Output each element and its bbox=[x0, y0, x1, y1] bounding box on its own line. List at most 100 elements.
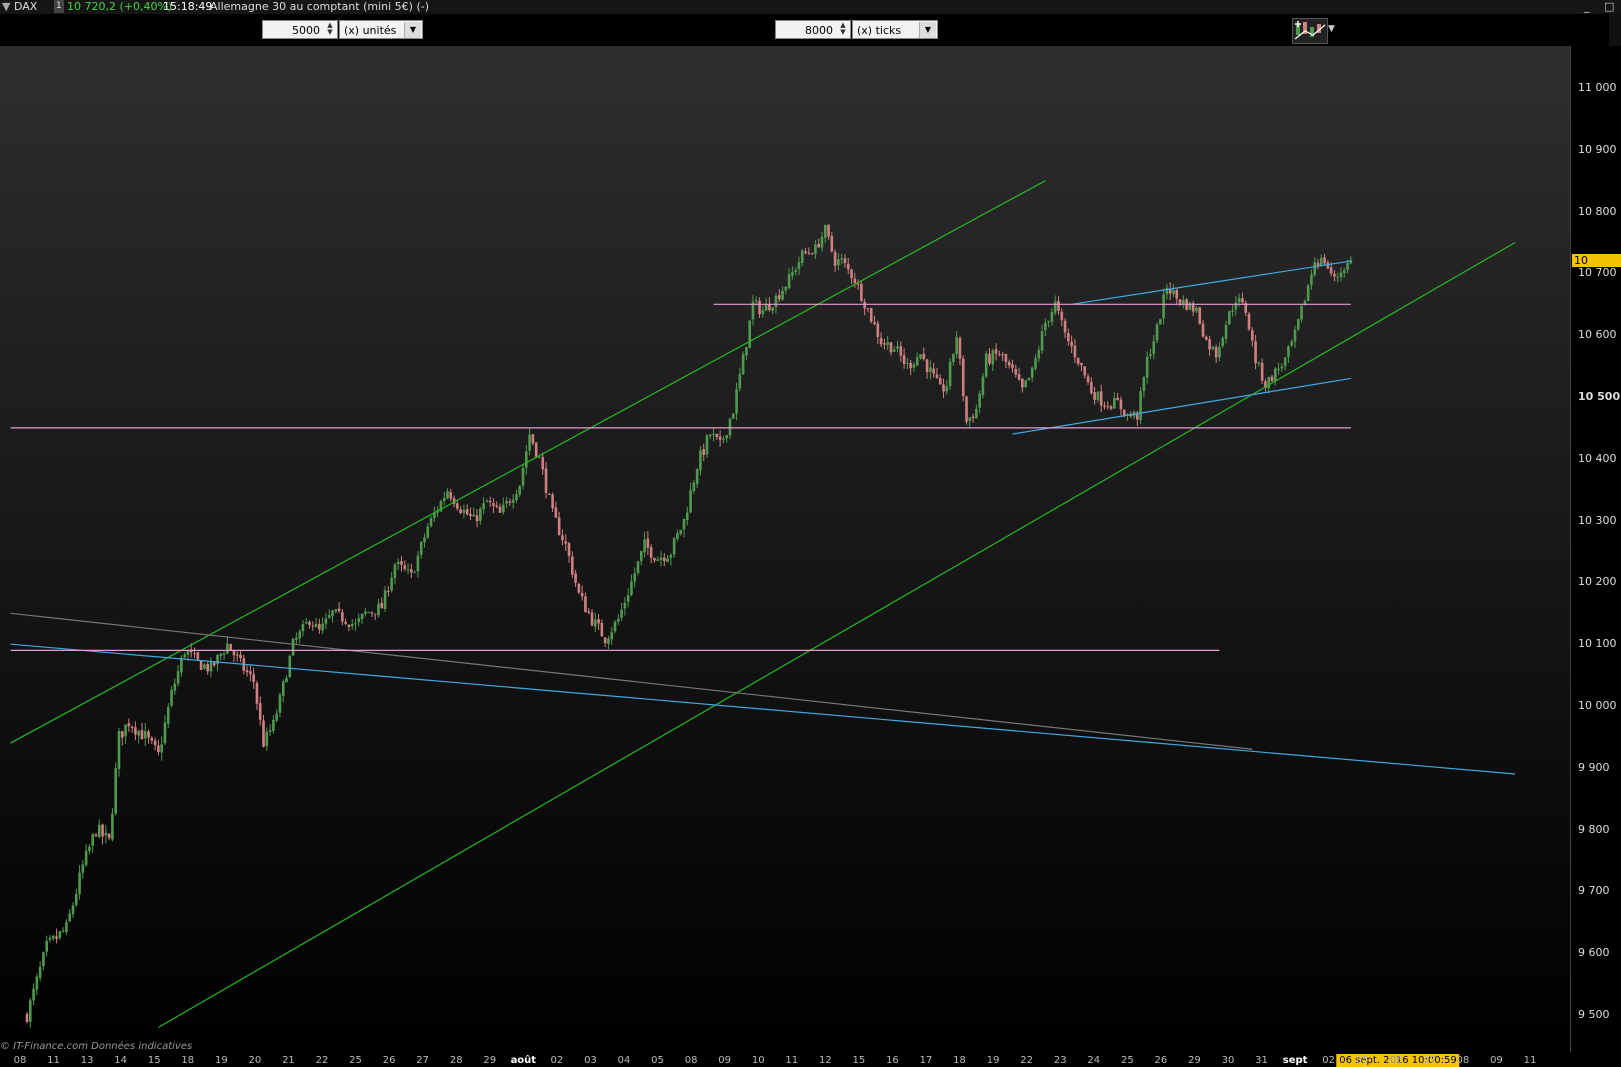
time-axis-tick: 23 bbox=[1053, 1055, 1067, 1066]
candle-down bbox=[902, 355, 906, 364]
candle-down bbox=[245, 670, 249, 673]
candle-up bbox=[1287, 346, 1290, 357]
candle-up bbox=[1195, 307, 1198, 312]
candle-up bbox=[163, 722, 167, 744]
candle-up bbox=[1165, 287, 1169, 295]
candle-down bbox=[1323, 257, 1326, 264]
time-axis-tick: 28 bbox=[449, 1055, 463, 1066]
candle-down bbox=[150, 737, 154, 741]
time-axis-tick: 15 bbox=[147, 1055, 161, 1066]
chevron-down-icon[interactable]: ▼ bbox=[2, 0, 10, 13]
candle-up bbox=[462, 509, 466, 513]
candle-up bbox=[594, 619, 597, 627]
time-axis-tick: 29 bbox=[1188, 1055, 1201, 1066]
symbol-label: DAX bbox=[14, 0, 38, 13]
candle-up bbox=[823, 225, 827, 238]
candle-down bbox=[827, 224, 830, 237]
candle-up bbox=[364, 611, 367, 614]
candle-up bbox=[791, 272, 794, 276]
units-spin[interactable]: ▲ ▼ bbox=[324, 22, 336, 38]
time-axis-tick: 30 bbox=[1221, 1055, 1235, 1066]
candle-up bbox=[722, 438, 725, 440]
candle-up bbox=[764, 304, 768, 311]
minimize-button[interactable]: _ bbox=[1584, 0, 1590, 13]
time-axis-tick: 20 bbox=[248, 1055, 262, 1066]
candle-up bbox=[429, 518, 433, 526]
candle-down bbox=[196, 652, 200, 660]
candle-up bbox=[689, 490, 692, 513]
ticks-select[interactable]: (x) ticks ▼ bbox=[852, 20, 938, 39]
candle-down bbox=[866, 308, 870, 310]
candle-up bbox=[800, 250, 804, 263]
units-value[interactable]: 5000 bbox=[292, 24, 320, 37]
candle-up bbox=[502, 504, 505, 513]
candle-down bbox=[1090, 382, 1093, 394]
candle-down bbox=[1241, 298, 1244, 303]
candle-up bbox=[268, 730, 272, 732]
candle-up bbox=[1280, 366, 1284, 369]
candle-down bbox=[1260, 362, 1264, 381]
scrollbar[interactable] bbox=[1609, 14, 1621, 48]
candle-down bbox=[232, 651, 236, 656]
chevron-down-icon[interactable]: ▼ bbox=[919, 22, 936, 38]
ticks-spin[interactable]: ▲ ▼ bbox=[837, 22, 849, 38]
candle-down bbox=[94, 834, 98, 837]
time-axis-tick: 04 bbox=[617, 1055, 631, 1066]
candle-up bbox=[1339, 272, 1343, 277]
candle-up bbox=[1155, 324, 1159, 341]
spin-down-icon[interactable]: ▼ bbox=[837, 29, 849, 36]
ticks-value[interactable]: 8000 bbox=[805, 24, 833, 37]
candle-down bbox=[998, 354, 1001, 356]
candle-up bbox=[1159, 319, 1162, 325]
units-select[interactable]: (x) unités ▼ bbox=[339, 20, 423, 39]
period-badge[interactable]: 1 bbox=[54, 0, 64, 13]
candle-up bbox=[626, 595, 630, 602]
candle-up bbox=[1096, 391, 1100, 401]
candle-up bbox=[685, 512, 689, 520]
candle-up bbox=[1267, 376, 1271, 389]
candle-down bbox=[932, 368, 935, 374]
candle-down bbox=[262, 720, 265, 747]
chevron-down-icon[interactable]: ▼ bbox=[1328, 24, 1335, 34]
candle-up bbox=[1113, 398, 1116, 409]
candle-down bbox=[1122, 409, 1126, 416]
time-axis-tick: 16 bbox=[886, 1055, 899, 1066]
candle-up bbox=[906, 362, 909, 364]
time-axis-tick: 26 bbox=[382, 1055, 396, 1066]
candle-up bbox=[708, 434, 712, 436]
candle-up bbox=[735, 389, 738, 414]
candle-up bbox=[446, 491, 449, 499]
candle-down bbox=[1060, 311, 1064, 321]
time-axis-tick: 10 bbox=[751, 1055, 765, 1066]
candle-up bbox=[745, 347, 748, 356]
candle-up bbox=[731, 413, 735, 419]
candle-up bbox=[1139, 391, 1142, 421]
maximize-button[interactable]: □ bbox=[1604, 0, 1614, 13]
time-axis-tick: 05 bbox=[1355, 1055, 1369, 1066]
candle-up bbox=[738, 374, 742, 389]
candlestick-chart[interactable] bbox=[0, 46, 1570, 1052]
chart-tools-button[interactable] bbox=[1292, 18, 1328, 44]
candle-up bbox=[952, 353, 955, 363]
ticks-stepper[interactable]: 8000 ▲ ▼ bbox=[775, 20, 851, 39]
candle-up bbox=[896, 346, 899, 349]
candle-down bbox=[206, 663, 209, 672]
candle-down bbox=[235, 654, 239, 656]
candle-down bbox=[475, 515, 479, 521]
price-axis[interactable] bbox=[1570, 46, 1621, 1052]
candle-up bbox=[84, 850, 88, 865]
candle-up bbox=[620, 609, 623, 618]
candle-up bbox=[955, 337, 958, 355]
candle-down bbox=[1333, 273, 1336, 277]
candle-up bbox=[633, 573, 637, 582]
candle-up bbox=[68, 913, 72, 922]
units-stepper[interactable]: 5000 ▲ ▼ bbox=[262, 20, 338, 39]
candle-up bbox=[774, 295, 778, 308]
clock-time: 15:18:49 bbox=[163, 0, 213, 13]
candle-down bbox=[1083, 366, 1087, 376]
candle-down bbox=[777, 295, 781, 300]
candle-down bbox=[702, 449, 706, 456]
spin-down-icon[interactable]: ▼ bbox=[324, 29, 336, 36]
chevron-down-icon[interactable]: ▼ bbox=[404, 22, 421, 38]
candle-down bbox=[554, 507, 558, 518]
